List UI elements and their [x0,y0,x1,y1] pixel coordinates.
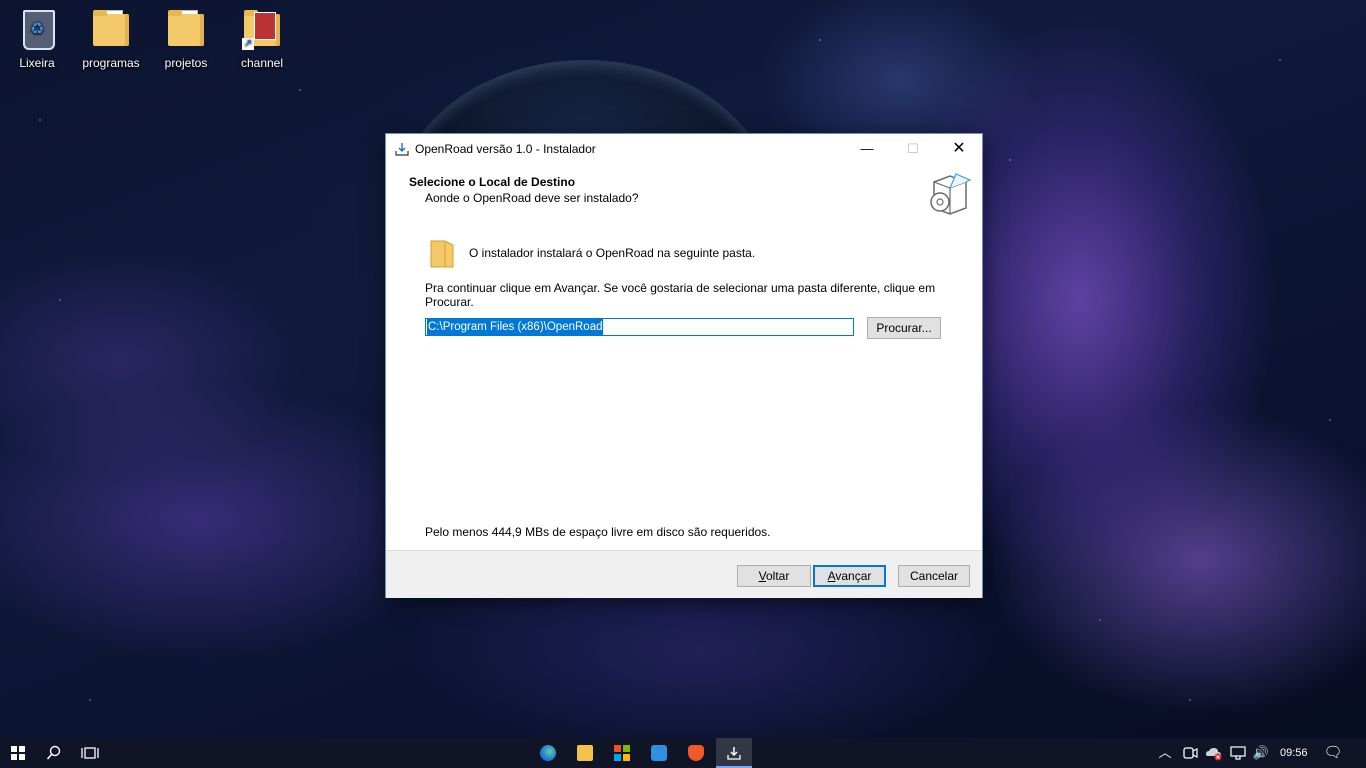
show-hidden-icons-chevron-icon[interactable]: ︿ [1153,738,1177,768]
edge-icon [540,745,556,761]
maximize-button[interactable]: ☐ [890,134,936,164]
windows-logo-icon [11,746,25,760]
search-icon[interactable] [46,745,62,761]
recycle-bin-icon [17,8,57,52]
desktop-icon-projetos[interactable]: projetos [149,8,223,70]
page-title: Selecione o Local de Destino [409,175,576,189]
taskbar: ︿ 🔊 09:56 🗨 [0,738,1366,768]
taskbar-app-brave[interactable] [678,738,714,768]
next-button[interactable]: Avançar [813,565,886,587]
taskbar-app-mail[interactable] [641,738,677,768]
cancel-button[interactable]: Cancelar [898,565,970,587]
button-bar: Voltar Avançar Cancelar [386,550,982,598]
info-text: O instalador instalará o OpenRoad na seg… [469,246,756,260]
brave-icon [688,745,704,761]
desktop-icon-programas[interactable]: programas [74,8,148,70]
disk-space-text: Pelo menos 444,9 MBs de espaço livre em … [425,525,771,539]
taskbar-app-store[interactable] [604,738,640,768]
notification-center-icon[interactable]: 🗨 [1321,738,1345,768]
close-button[interactable]: ✕ [936,134,982,164]
back-button-label: oltar [766,569,790,583]
setup-box-icon [930,173,972,215]
taskbar-app-installer[interactable] [716,738,752,768]
installer-icon [727,747,741,760]
onedrive-error-icon[interactable] [1205,745,1223,761]
browse-button[interactable]: Procurar... [867,317,941,339]
taskbar-app-file-explorer[interactable] [567,738,603,768]
desktop-icon-lixeira[interactable]: Lixeira [0,8,74,70]
mail-icon [651,745,667,761]
taskbar-app-edge[interactable] [530,738,566,768]
window-title: OpenRoad versão 1.0 - Instalador [415,142,596,156]
instructions-text: Pra continuar clique em Avançar. Se você… [425,281,936,309]
volume-icon[interactable]: 🔊 [1249,738,1273,768]
back-button[interactable]: Voltar [737,565,811,587]
minimize-button[interactable]: — [844,134,890,164]
destination-path-input[interactable]: C:\Program Files (x86)\OpenRoad [425,318,854,336]
folder-icon [430,240,454,268]
clock-time[interactable]: 09:56 [1280,738,1308,768]
folder-shortcut-icon: ↗ [242,8,282,52]
desktop-icon-label: channel [240,56,284,70]
task-view-icon[interactable] [81,745,99,761]
store-icon [614,745,630,761]
desktop-icon-channel[interactable]: ↗ channel [225,8,299,70]
start-button[interactable] [0,738,36,768]
desktop-icon-label: projetos [164,56,208,70]
title-bar[interactable]: OpenRoad versão 1.0 - Instalador — ☐ ✕ [386,134,982,164]
installer-window: OpenRoad versão 1.0 - Instalador — ☐ ✕ S… [385,133,983,598]
desktop-icon-label: Lixeira [19,56,55,70]
page-subtitle: Aonde o OpenRoad deve ser instalado? [425,191,639,205]
desktop-icon-label: programas [82,56,140,70]
file-explorer-icon [577,745,593,761]
folder-icon [91,8,131,52]
next-button-label: vançar [835,569,872,583]
network-icon[interactable] [1230,746,1246,760]
destination-path-value: C:\Program Files (x86)\OpenRoad [427,319,604,335]
back-button-accel: V [758,569,766,583]
installer-app-icon [395,143,409,156]
folder-icon [166,8,206,52]
meet-now-icon[interactable] [1182,746,1198,760]
